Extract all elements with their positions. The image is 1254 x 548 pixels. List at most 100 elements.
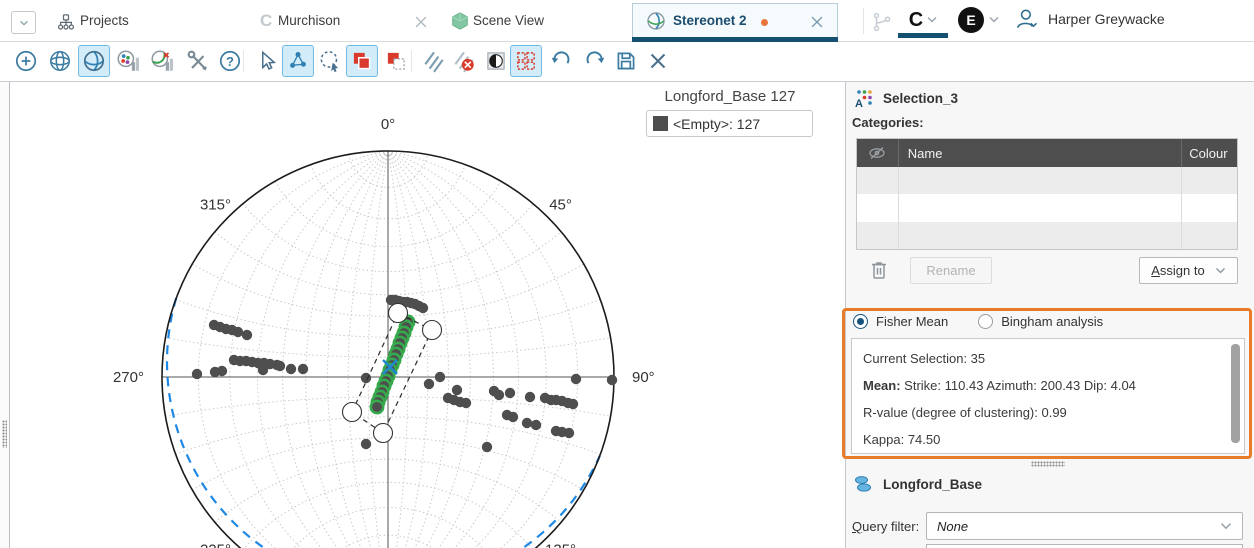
tab-bar: Projects C Murchison Scene View Stereone… xyxy=(0,0,1254,42)
planes-icon xyxy=(421,48,447,74)
tab-stereonet-2[interactable]: Stereonet 2 xyxy=(632,3,838,37)
delete-category-button[interactable] xyxy=(866,256,892,283)
cell-colour[interactable] xyxy=(1182,222,1237,249)
splitter-grip[interactable] xyxy=(2,420,7,448)
help-button[interactable]: ? xyxy=(214,45,246,77)
show-planes-button[interactable] xyxy=(418,45,450,77)
stereonet-tab-icon xyxy=(646,11,666,31)
sidebar-item-projects[interactable]: Projects xyxy=(80,13,129,28)
query-filter-select[interactable]: None xyxy=(926,512,1243,540)
svg-text:?: ? xyxy=(226,54,234,69)
cell-visibility[interactable] xyxy=(857,222,899,249)
next-field-partial[interactable] xyxy=(926,544,1243,548)
undo-button[interactable] xyxy=(546,45,578,77)
fisher-mean-radio[interactable] xyxy=(853,314,868,329)
save-icon xyxy=(613,48,639,74)
divider xyxy=(411,50,412,72)
close-tab-stereonet-icon[interactable] xyxy=(811,15,823,33)
paste-selection-button[interactable] xyxy=(380,45,412,77)
assign-to-button[interactable]: Assign to xyxy=(1139,257,1238,284)
cell-colour[interactable] xyxy=(1182,167,1237,194)
grid-selection-button[interactable] xyxy=(510,45,542,77)
org-chart-icon xyxy=(56,11,76,38)
cell-colour[interactable] xyxy=(1182,194,1237,221)
left-panel-splitter[interactable] xyxy=(0,82,10,548)
central-connection-button[interactable]: C xyxy=(896,4,950,36)
plot-legend: <Empty>: 127 xyxy=(646,110,813,137)
table-row[interactable] xyxy=(857,222,1237,249)
kappa-stat: Kappa: 74.50 xyxy=(863,429,1220,456)
save-button[interactable] xyxy=(610,45,642,77)
bingham-analysis-radio[interactable] xyxy=(978,314,993,329)
legend-label: <Empty>: 127 xyxy=(673,116,760,132)
visibility-column-header[interactable] xyxy=(857,139,899,167)
user-menu[interactable]: Harper Greywacke xyxy=(1014,6,1165,32)
stereonet-plot[interactable]: 0°45°90°135°225°270°315° Longford_Base 1… xyxy=(10,82,845,548)
panel-splitter-grip[interactable] xyxy=(1031,461,1065,467)
dataset-title: Longford_Base xyxy=(883,477,982,492)
divider xyxy=(243,50,244,72)
move-selection-button[interactable] xyxy=(346,45,378,77)
scrollbar-thumb[interactable] xyxy=(1231,344,1240,443)
tools-icon xyxy=(185,48,211,74)
tab-overflow-button[interactable] xyxy=(11,11,36,34)
fisher-statistics-box: Current Selection: 35 Mean: Strike: 110.… xyxy=(851,338,1245,454)
contrast-button[interactable] xyxy=(480,45,512,77)
categories-table[interactable]: Name Colour xyxy=(856,138,1238,250)
rename-button[interactable]: Rename xyxy=(910,257,992,284)
redo-button[interactable] xyxy=(578,45,610,77)
close-icon xyxy=(645,48,671,74)
remove-statistics-button[interactable] xyxy=(146,45,178,77)
statistics-icon xyxy=(115,48,141,74)
close-tab-murchison-icon[interactable] xyxy=(415,15,427,33)
query-filter-value: None xyxy=(937,519,968,534)
pointer-tool-button[interactable] xyxy=(250,45,282,77)
current-selection-stat: Current Selection: 35 xyxy=(863,348,1220,375)
cell-name[interactable] xyxy=(899,222,1183,249)
categories-label: Categories: xyxy=(852,115,924,130)
svg-text:0°: 0° xyxy=(381,116,395,133)
bingham-analysis-label[interactable]: Bingham analysis xyxy=(1001,314,1103,329)
fix-tools-button[interactable] xyxy=(182,45,214,77)
scene-3d-button[interactable] xyxy=(44,45,76,77)
cell-visibility[interactable] xyxy=(857,167,899,194)
branch-icon[interactable] xyxy=(871,11,893,38)
murchison-project-icon: C xyxy=(256,9,276,36)
plot-title: Longford_Base 127 xyxy=(610,88,845,105)
remove-planes-button[interactable] xyxy=(448,45,480,77)
stereonet-canvas[interactable]: 0°45°90°135°225°270°315° xyxy=(10,82,845,548)
tab-murchison[interactable]: Murchison xyxy=(278,13,340,28)
central-logo-icon: C xyxy=(909,9,923,32)
tab-scene-view[interactable]: Scene View xyxy=(473,13,544,28)
table-header-row: Name Colour xyxy=(857,139,1237,167)
add-stereonet-button[interactable] xyxy=(10,45,42,77)
stereonet-view-button[interactable] xyxy=(78,45,110,77)
cell-visibility[interactable] xyxy=(857,194,899,221)
tab-label: Stereonet 2 xyxy=(673,13,747,28)
colour-column-header[interactable]: Colour xyxy=(1182,139,1237,167)
selection-category-icon: A xyxy=(854,88,874,108)
select-points-tool-button[interactable] xyxy=(282,45,314,77)
modified-indicator-dot xyxy=(761,19,768,26)
fisher-mean-label[interactable]: Fisher Mean xyxy=(876,314,948,329)
cell-name[interactable] xyxy=(899,194,1183,221)
legend-swatch xyxy=(653,116,668,131)
analysis-mode-radios: Fisher Mean Bingham analysis xyxy=(853,314,1125,329)
stereonet-statistics-button[interactable] xyxy=(112,45,144,77)
assign-to-label: Assign to xyxy=(1151,263,1204,278)
table-row[interactable] xyxy=(857,167,1237,194)
cursor-icon xyxy=(253,48,279,74)
cell-name[interactable] xyxy=(899,167,1183,194)
globe-icon xyxy=(47,48,73,74)
svg-text:225°: 225° xyxy=(200,542,231,548)
evo-connection-button[interactable]: E xyxy=(958,4,1010,36)
name-column-header[interactable]: Name xyxy=(899,139,1182,167)
user-icon xyxy=(1014,6,1040,32)
table-row[interactable] xyxy=(857,194,1237,221)
select-points-icon xyxy=(285,48,311,74)
redo-icon xyxy=(581,48,607,74)
close-plot-button[interactable] xyxy=(642,45,674,77)
lasso-select-tool-button[interactable] xyxy=(314,45,346,77)
r-value-stat: R-value (degree of clustering): 0.99 xyxy=(863,402,1220,429)
chevron-down-icon xyxy=(989,16,999,24)
